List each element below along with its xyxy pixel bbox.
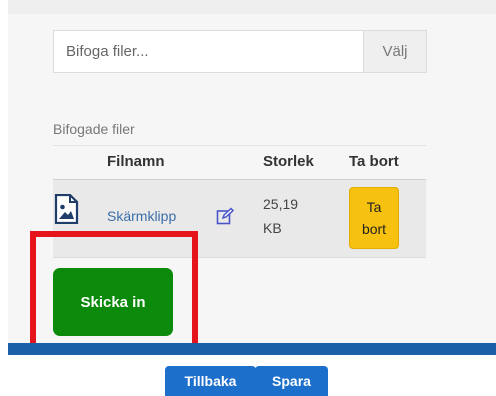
column-size: Storlek	[263, 153, 314, 170]
file-size-value: 25,19	[263, 196, 299, 212]
file-size: 25,19 KB	[263, 192, 298, 240]
delete-label-line1: Ta	[366, 199, 382, 215]
footer: Tillbaka Spara	[8, 355, 496, 396]
blue-divider-bar	[8, 343, 496, 355]
attached-files-label: Bifogade filer	[53, 121, 135, 137]
delete-label-line2: bort	[361, 221, 387, 237]
column-delete: Ta bort	[349, 153, 399, 170]
file-size-unit: KB	[263, 220, 282, 236]
choose-file-button[interactable]: Välj	[363, 31, 426, 72]
back-button[interactable]: Tillbaka	[165, 366, 256, 396]
table-header: Filnamn Storlek Ta bort	[53, 145, 426, 180]
highlight-box	[30, 231, 198, 353]
file-name-link[interactable]: Skärmklipp	[107, 208, 176, 224]
attach-file-input[interactable]: Bifoga filer... Välj	[53, 30, 427, 73]
image-file-icon	[54, 194, 79, 224]
top-strip	[8, 0, 496, 14]
edit-icon[interactable]	[216, 207, 234, 225]
attach-placeholder: Bifoga filer...	[66, 43, 149, 60]
column-filename: Filnamn	[107, 153, 165, 170]
delete-file-button[interactable]: Ta bort	[349, 187, 399, 249]
save-button[interactable]: Spara	[255, 366, 328, 396]
